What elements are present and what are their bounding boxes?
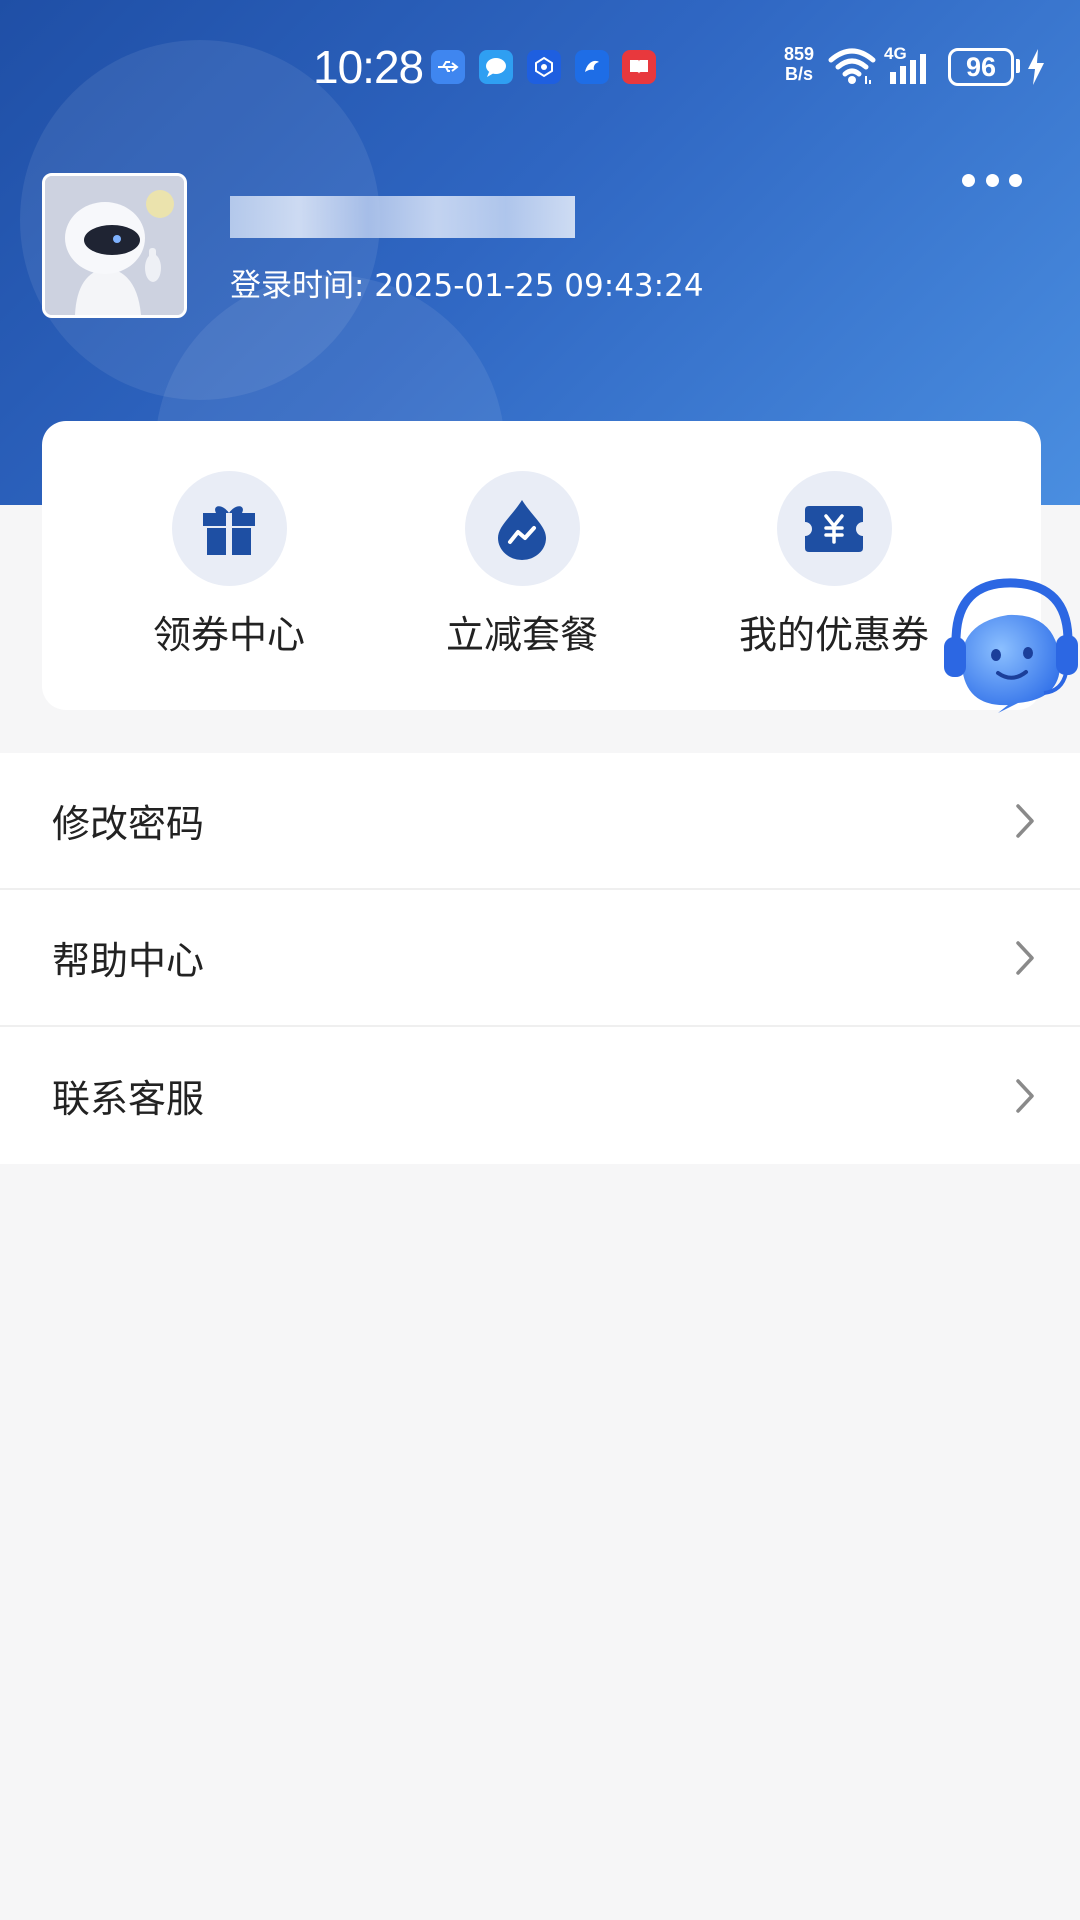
bird-notification-icon <box>575 50 609 84</box>
quick-action-my-coupons[interactable]: 我的优惠券 <box>734 471 934 671</box>
book-notification-icon <box>622 50 656 84</box>
login-time: 登录时间: 2025-01-25 09:43:24 <box>230 268 704 304</box>
wifi-icon <box>828 48 876 90</box>
network-speed: 859 B/s <box>783 44 815 84</box>
username-redacted <box>230 196 575 238</box>
usb-notification-icon <box>431 50 465 84</box>
battery-tip <box>1016 59 1020 73</box>
gift-icon <box>171 471 287 586</box>
menu-item-contact-support[interactable]: 联系客服 <box>0 1027 1080 1164</box>
quick-action-discount-package[interactable]: 立减套餐 <box>422 471 622 671</box>
menu-item-label: 联系客服 <box>52 1077 205 1121</box>
status-time: 10:28 <box>313 41 424 93</box>
customer-service-float-button[interactable] <box>938 575 1080 715</box>
app-notification-icon <box>527 50 561 84</box>
quick-action-label: 我的优惠券 <box>738 613 929 657</box>
profile-page: 10:28 859 B/s 4G 96 登录时间: 2025-01-25 09:… <box>0 0 1080 1920</box>
trend-drop-icon <box>464 471 580 586</box>
settings-menu: 修改密码 帮助中心 联系客服 <box>0 753 1080 1164</box>
more-options-button[interactable] <box>952 160 1032 200</box>
avatar[interactable] <box>42 173 187 318</box>
more-dot <box>962 173 975 187</box>
chevron-right-icon <box>1016 940 1034 975</box>
chevron-right-icon <box>1016 803 1034 838</box>
menu-item-label: 帮助中心 <box>52 939 205 983</box>
headset-mascot-icon <box>944 578 1078 713</box>
menu-item-change-password[interactable]: 修改密码 <box>0 753 1080 890</box>
battery-indicator: 96 <box>948 48 1014 86</box>
chevron-right-icon <box>1016 1078 1034 1113</box>
more-dot <box>1009 173 1022 187</box>
status-bar: 10:28 859 B/s 4G 96 <box>0 38 1080 96</box>
quick-action-label: 领券中心 <box>152 613 305 657</box>
quick-action-coupon-center[interactable]: 领券中心 <box>129 471 329 671</box>
coupon-icon <box>776 471 892 586</box>
menu-item-help-center[interactable]: 帮助中心 <box>0 890 1080 1027</box>
robot-avatar-icon <box>45 176 184 315</box>
charging-icon <box>1026 48 1046 90</box>
menu-item-label: 修改密码 <box>52 802 205 846</box>
quick-actions-card: 领券中心 立减套餐 我的优惠券 <box>42 421 1041 710</box>
quick-action-label: 立减套餐 <box>445 613 598 657</box>
more-dot <box>985 173 999 187</box>
signal-icon <box>888 50 936 90</box>
message-notification-icon <box>479 50 513 84</box>
